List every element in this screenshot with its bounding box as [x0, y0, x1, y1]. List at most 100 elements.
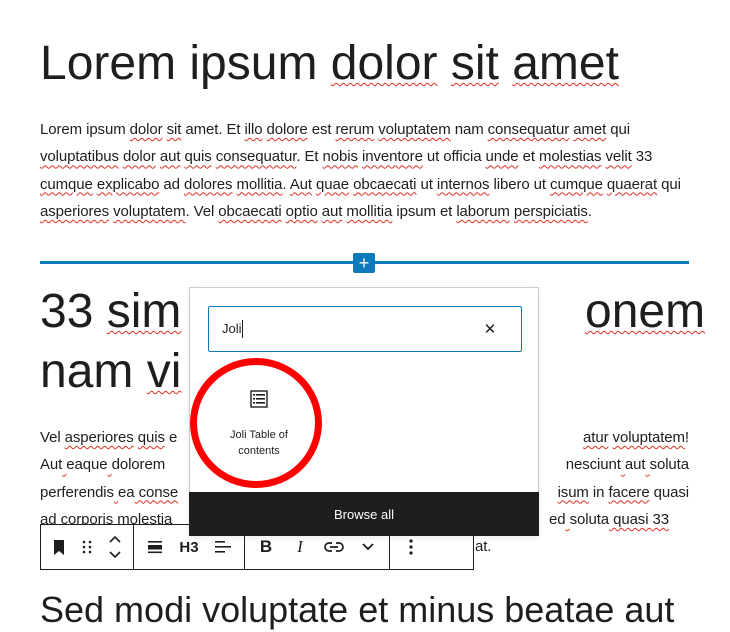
heading-text [499, 37, 512, 90]
heading-text: sim [106, 285, 182, 338]
block-search-input[interactable] [222, 307, 472, 350]
paragraph-word: ut [416, 175, 437, 193]
paragraph-word: nam [450, 121, 488, 138]
paragraph-word: in [588, 483, 609, 501]
paragraph-word: asperiores [40, 202, 110, 220]
paragraph-word: soluta [569, 510, 610, 528]
heading-text: nam [40, 345, 147, 398]
paragraph-word: inventore [362, 148, 423, 166]
paragraph-word: dolorem [111, 456, 166, 474]
paragraph-word: illo [244, 121, 263, 138]
paragraph-word: facere [608, 483, 650, 501]
paragraph-word: . [282, 175, 290, 193]
paragraph-word: quis [137, 429, 165, 446]
paragraph-word: cumque [40, 175, 93, 193]
paragraph-word: isum [557, 483, 589, 501]
bookmark-block-type-button[interactable] [45, 525, 73, 569]
drag-icon [82, 540, 92, 554]
paragraph-word: quaerat [606, 175, 658, 193]
paragraph-line: Vel asperiores quis e [40, 424, 177, 451]
paragraph-word: dolor [129, 121, 163, 138]
bookmark-icon [54, 539, 64, 555]
paragraph-word: Aut [289, 175, 312, 193]
paragraph-word: nesciunt [565, 456, 621, 474]
paragraph-word: ipsum et [392, 202, 457, 220]
paragraph-word: ad [159, 175, 184, 193]
paragraph-line: ed soluta quasi 33 [549, 506, 669, 533]
paragraph-word: Lorem ipsum [40, 121, 130, 138]
heading-text: 33 [40, 285, 107, 338]
paragraph-word: ed [549, 510, 566, 528]
clear-search-button[interactable]: ✕ [479, 318, 501, 340]
browse-all-button[interactable]: Browse all [189, 492, 539, 536]
close-icon: ✕ [483, 321, 497, 338]
paragraph-word: aut [159, 148, 181, 166]
chevron-down-icon [362, 543, 374, 551]
heading-text: dolor [330, 37, 438, 90]
paragraph-word: et [518, 148, 539, 166]
paragraph-word: internos [436, 175, 490, 193]
paragraph-word: perferendis [40, 483, 114, 501]
paragraph-word: amet. Et [181, 121, 245, 138]
paragraph-word: mollitia [346, 202, 393, 220]
paragraph-word: ! [684, 429, 689, 446]
paragraph-word: soluta [649, 456, 690, 474]
paragraph-word: ea [118, 483, 135, 501]
paragraph-line: Aut eaque dolorem [40, 451, 165, 478]
paragraph-line: isum in facere quasi [557, 479, 690, 506]
block-inserter-popover: ✕ Joli Table of contents Browse all [189, 287, 539, 536]
paragraph-line: perferendis ea conse [40, 479, 178, 506]
paragraph-word: voluptatibus [40, 148, 119, 166]
align-left-icon [215, 541, 231, 553]
paragraph-word: laborum [456, 202, 510, 220]
paragraph-line: nesciunt aut soluta [566, 451, 689, 478]
paragraph-word: explicabo [96, 175, 160, 193]
paragraph-word: voluptatem [378, 121, 451, 138]
align-button[interactable] [138, 525, 172, 569]
paragraph-word: dolor [122, 148, 156, 166]
paragraph-word: unde [485, 148, 519, 166]
paragraph-word: sit [166, 121, 182, 138]
drag-handle[interactable] [73, 525, 101, 569]
paragraph-word: cumque [550, 175, 603, 193]
heading-text: Lorem ipsum [40, 37, 331, 90]
paragraph-word: Vel [40, 429, 65, 446]
block-result-joli-toc[interactable]: Joli Table of contents [214, 384, 304, 474]
paragraph-word: velit [605, 148, 632, 166]
align-bar-icon [148, 541, 162, 554]
paragraph-word: aut [321, 202, 343, 220]
paragraph-word: quasi 33 [609, 510, 669, 528]
heading-text: vi [146, 345, 182, 398]
paragraph-word: dolore [266, 121, 308, 138]
chevron-up-down-icon [109, 535, 121, 559]
link-icon [324, 542, 344, 552]
move-up-down-button[interactable] [101, 525, 129, 569]
paragraph-word: e [164, 429, 178, 446]
paragraph-word: consequatur [487, 121, 570, 138]
paragraph-word: voluptatem [113, 202, 186, 220]
paragraph-word: 33 [631, 148, 653, 166]
more-vertical-icon [409, 539, 413, 555]
paragraph-word: mollitia [236, 175, 283, 193]
paragraph-word: conse [134, 483, 179, 501]
toolbar-group-block [41, 525, 134, 569]
plus-icon: + [358, 253, 370, 273]
heading-text [438, 37, 451, 90]
paragraph-word: qui [606, 121, 630, 138]
paragraph-word: nobis [322, 148, 358, 166]
paragraph-word: . Et [296, 148, 323, 166]
post-heading-1[interactable]: Lorem ipsum dolor sit amet [40, 34, 700, 94]
insert-block-plus-button[interactable]: + [353, 253, 375, 273]
paragraph-line: at. [475, 538, 492, 556]
paragraph-word: molestias [538, 148, 602, 166]
paragraph-word: perspiciatis [513, 202, 588, 220]
block-result-label: Joli Table of contents [230, 429, 288, 457]
paragraph-word: eaque [66, 456, 108, 474]
paragraph-word: consequatur [215, 148, 297, 166]
heading-text: amet [512, 37, 619, 90]
post-paragraph-1[interactable]: Lorem ipsum dolor sit amet. Et illo dolo… [40, 116, 700, 225]
paragraph-word: amet [573, 121, 607, 138]
post-heading-3[interactable]: Sed modi voluptate et minus beatae aut [40, 588, 720, 632]
paragraph-word: obcaecati [218, 202, 282, 220]
paragraph-word: atur [583, 429, 609, 446]
